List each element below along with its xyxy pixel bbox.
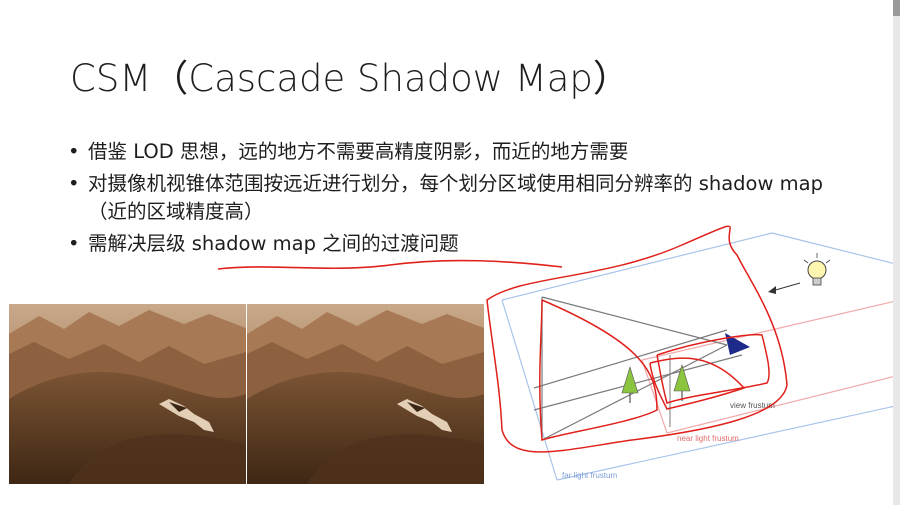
far-light-frustum-label: far light frustum [562, 471, 617, 480]
bullet-text: 借鉴 LOD 思想，远的地方不需要高精度阴影，而近的地方需要 [88, 140, 629, 163]
csm-frustum-diagram: view frustum near light frustum far ligh… [482, 205, 900, 500]
bullet-item: • 借鉴 LOD 思想，远的地方不需要高精度阴影，而近的地方需要 [68, 138, 828, 166]
terrain-render-image-2 [247, 304, 484, 484]
bullet-text: 需解决层级 shadow map 之间的过渡问题 [88, 232, 459, 255]
vertical-scrollbar[interactable] [893, 0, 900, 505]
hand-drawn-annotation [486, 225, 788, 453]
light-direction-arrow-icon [768, 282, 801, 294]
scrollbar-thumb[interactable] [893, 0, 900, 16]
view-frustum-label: view frustum [730, 401, 775, 410]
bullet-glyph: • [68, 172, 80, 195]
light-bulb-icon [803, 253, 831, 286]
slide: CSM（Cascade Shadow Map） • 借鉴 LOD 思想，远的地方… [0, 0, 900, 505]
view-frustum [533, 296, 743, 441]
bullet-glyph: • [68, 140, 80, 163]
slide-title: CSM（Cascade Shadow Map） [70, 57, 630, 100]
terrain-render-image-1 [9, 304, 246, 484]
bullet-glyph: • [68, 232, 80, 255]
near-light-frustum-label: near light frustum [677, 434, 739, 443]
